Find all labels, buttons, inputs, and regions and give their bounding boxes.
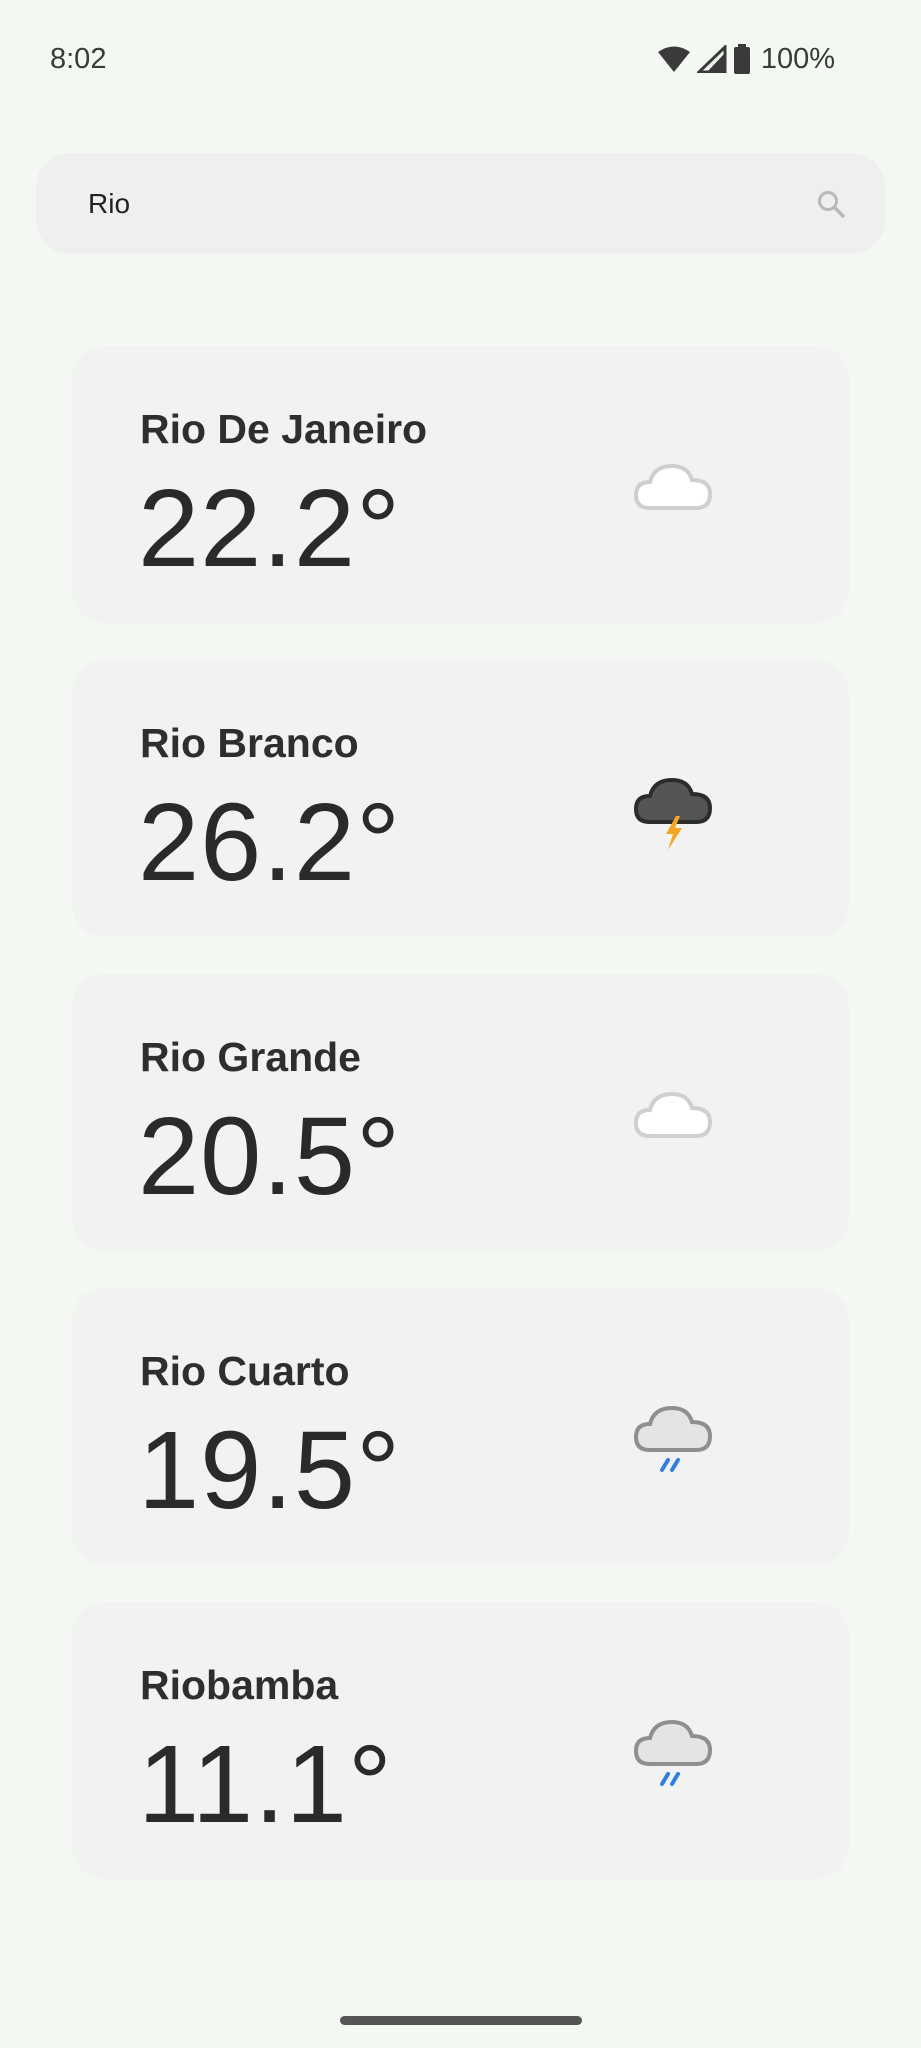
home-indicator[interactable] — [340, 2016, 582, 2025]
status-bar: 8:02 100% — [0, 0, 921, 118]
weather-card[interactable]: Rio De Janeiro 22.2° — [72, 346, 849, 623]
search-input[interactable] — [88, 187, 813, 220]
city-name: Rio Grande — [140, 1034, 361, 1080]
moon-cloud-icon — [633, 432, 713, 510]
temperature: 26.2° — [138, 781, 402, 904]
status-icons: 100% — [657, 43, 835, 76]
weather-card[interactable]: Rio Cuarto 19.5° — [72, 1288, 849, 1565]
search-icon[interactable] — [813, 186, 849, 222]
city-name: Rio Branco — [140, 720, 359, 766]
city-name: Rio Cuarto — [140, 1348, 350, 1394]
moon-thunderstorm-icon — [633, 746, 713, 850]
battery-icon — [733, 44, 750, 74]
status-time: 8:02 — [50, 42, 107, 75]
city-name: Rio De Janeiro — [140, 406, 428, 452]
moon-rain-icon — [633, 1688, 713, 1786]
moon-cloud-icon — [633, 1060, 713, 1138]
search-bar[interactable] — [36, 153, 885, 254]
city-name: Riobamba — [140, 1662, 339, 1708]
weather-card[interactable]: Rio Branco 26.2° — [72, 660, 849, 937]
weather-card[interactable]: Riobamba 11.1° — [72, 1602, 849, 1879]
signal-icon — [696, 45, 727, 73]
battery-percentage: 100% — [760, 42, 835, 75]
temperature: 20.5° — [138, 1095, 402, 1218]
temperature: 11.1° — [138, 1723, 393, 1846]
moon-rain-icon — [633, 1374, 713, 1472]
temperature: 22.2° — [138, 467, 402, 590]
weather-card[interactable]: Rio Grande 20.5° — [72, 974, 849, 1251]
temperature: 19.5° — [138, 1409, 402, 1532]
wifi-icon — [657, 46, 690, 72]
